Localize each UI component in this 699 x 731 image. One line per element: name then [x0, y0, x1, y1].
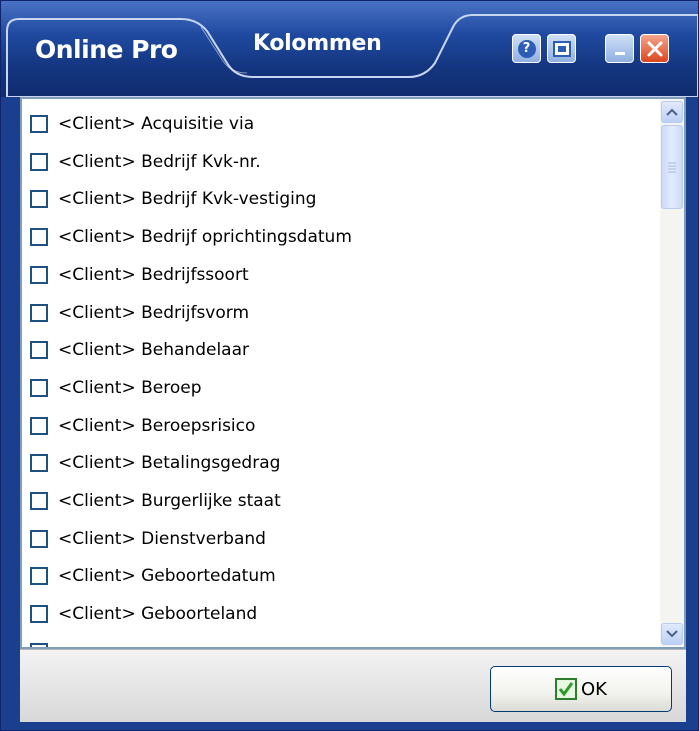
column-label: <Client> Betalingsgedrag [58, 453, 281, 474]
column-label: <Client> Bedrijf Kvk-vestiging [58, 189, 317, 210]
column-checkbox[interactable] [30, 529, 48, 548]
column-list-item[interactable]: <Client> Behandelaar [30, 338, 249, 362]
column-checkbox[interactable] [30, 115, 48, 133]
column-list-item[interactable]: <Client> Dienstverband [30, 527, 266, 551]
column-label: <Client> Burgerlijke staat [58, 491, 281, 511]
ok-button[interactable]: OK [490, 666, 672, 712]
column-list-item[interactable]: <Client> Geboortedatum [30, 564, 276, 588]
column-checkbox[interactable] [30, 228, 48, 247]
ok-label: OK [581, 678, 607, 700]
scroll-up-button[interactable] [661, 101, 683, 123]
checkmark-icon [555, 678, 577, 700]
column-label: <Client> Bedrijfssoort [58, 264, 249, 285]
column-checkbox[interactable] [30, 152, 48, 171]
column-checkbox[interactable] [30, 605, 48, 624]
column-list[interactable]: <Client> Acquisitie via <Client> Bedrijf … [22, 99, 658, 647]
column-list-item-partial[interactable] [30, 640, 58, 647]
columns-dialog: Online Pro Kolommen ? <Client> Acquisiti… [0, 0, 699, 731]
column-checkbox[interactable] [30, 492, 48, 510]
column-list-item[interactable]: <Client> Bedrijf Kvk-nr. [30, 150, 261, 174]
column-checkbox[interactable] [30, 303, 48, 322]
column-checkbox[interactable] [30, 190, 48, 209]
column-checkbox[interactable] [30, 378, 48, 397]
minimize-button[interactable] [605, 34, 634, 63]
grip-icon [668, 162, 676, 173]
column-list-panel: <Client> Acquisitie via <Client> Bedrijf … [20, 97, 686, 649]
column-list-item[interactable]: <Client> Burgerlijke staat [30, 489, 281, 513]
column-label: <Client> Bedrijfsvorm [58, 302, 250, 323]
column-label: <Client> Geboortedatum [58, 566, 276, 587]
chevron-down-icon [666, 630, 678, 638]
column-checkbox[interactable] [30, 567, 48, 586]
column-list-item[interactable]: <Client> Bedrijf Kvk-vestiging [30, 187, 316, 211]
column-checkbox[interactable] [30, 341, 48, 360]
column-checkbox[interactable] [30, 642, 48, 647]
column-list-item[interactable]: <Client> Geboorteland [30, 602, 257, 626]
column-label: <Client> Geboorteland [58, 604, 258, 625]
close-icon [647, 41, 662, 56]
chevron-up-icon [666, 108, 678, 116]
column-list-item[interactable]: <Client> Betalingsgedrag [30, 451, 280, 475]
scroll-down-button[interactable] [661, 623, 683, 645]
column-checkbox[interactable] [30, 265, 48, 284]
column-label: <Client> Beroepsrisico [58, 415, 256, 436]
column-label: <Client> Beroep [58, 377, 202, 398]
column-list-item[interactable]: <Client> Bedrijf oprichtingsdatum [30, 225, 352, 249]
screenshot-icon [552, 40, 571, 57]
help-icon: ? [517, 39, 536, 58]
help-button[interactable]: ? [512, 34, 541, 63]
column-label: <Client> Behandelaar [58, 340, 249, 361]
app-title: Online Pro [35, 35, 178, 64]
column-label: <Client> Acquisitie via [58, 114, 255, 134]
dialog-title: Kolommen [253, 31, 382, 56]
column-label: <Client> Dienstverband [58, 528, 266, 549]
column-list-item[interactable]: <Client> Beroep [30, 376, 202, 400]
title-bar[interactable]: Online Pro Kolommen ? [1, 1, 698, 97]
column-checkbox[interactable] [30, 416, 48, 435]
column-label: <Client> Bedrijf oprichtingsdatum [58, 227, 352, 248]
dialog-footer: OK [20, 649, 686, 722]
screenshot-button[interactable] [547, 34, 576, 63]
column-list-item[interactable]: <Client> Acquisitie via [30, 112, 254, 136]
column-list-item[interactable]: <Client> Bedrijfssoort [30, 263, 249, 287]
close-button[interactable] [640, 34, 669, 63]
column-label: <Client> Bedrijf Kvk-nr. [58, 151, 261, 172]
scroll-thumb[interactable] [661, 125, 683, 209]
vertical-scrollbar[interactable] [660, 99, 684, 647]
column-list-item[interactable]: <Client> Bedrijfsvorm [30, 301, 249, 325]
column-checkbox[interactable] [30, 454, 48, 473]
minimize-icon [614, 51, 625, 55]
column-list-item[interactable]: <Client> Beroepsrisico [30, 414, 255, 438]
